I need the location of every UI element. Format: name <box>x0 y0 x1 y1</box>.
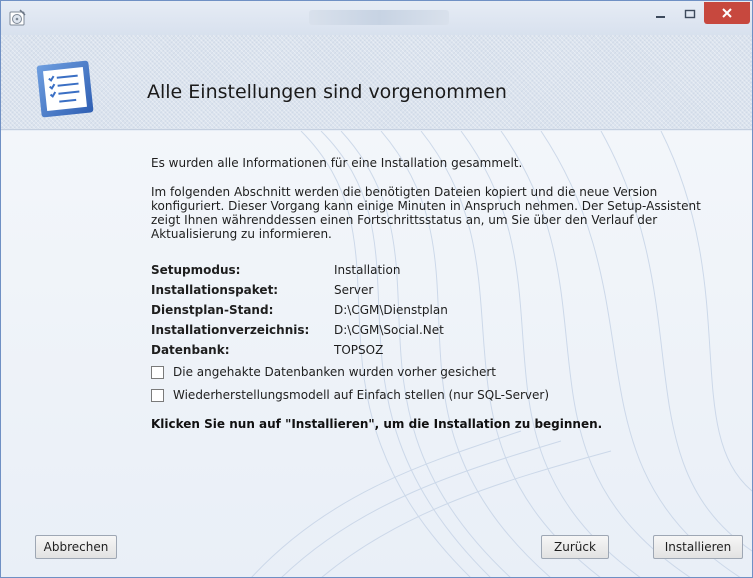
maximize-button[interactable] <box>677 2 703 24</box>
setup-wizard-window: Alle Einstellungen sind vorgenommen Es w… <box>0 0 753 578</box>
checklist-document-icon <box>35 57 97 119</box>
summary-value: TOPSOZ <box>334 343 384 357</box>
summary-value: Server <box>334 283 374 297</box>
summary-value: D:\CGM\Social.Net <box>334 323 444 337</box>
backup-confirm-checkbox[interactable] <box>151 365 164 379</box>
window-title <box>309 10 449 25</box>
minimize-button[interactable] <box>647 2 675 24</box>
title-bar[interactable] <box>1 1 752 35</box>
summary-row-setup-mode: Setupmodus: Installation <box>151 260 711 280</box>
recovery-model-option[interactable]: Wiederherstellungsmodell auf Einfach ste… <box>151 387 549 403</box>
minimize-icon <box>655 4 667 23</box>
close-icon <box>721 4 733 23</box>
close-button[interactable] <box>704 2 750 24</box>
summary-label: Dienstplan-Stand: <box>151 303 274 317</box>
instruction-text: Klicken Sie nun auf "Installieren", um d… <box>151 417 603 431</box>
description-text: Im folgenden Abschnitt werden die benöti… <box>151 185 701 241</box>
summary-label: Installationverzeichnis: <box>151 323 310 337</box>
summary-row-dienstplan: Dienstplan-Stand: D:\CGM\Dienstplan <box>151 300 711 320</box>
summary-label: Datenbank: <box>151 343 230 357</box>
settings-summary: Setupmodus: Installation Installationspa… <box>151 260 711 360</box>
summary-row-package: Installationspaket: Server <box>151 280 711 300</box>
page-title: Alle Einstellungen sind vorgenommen <box>147 81 507 103</box>
install-button[interactable]: Installieren <box>653 535 743 559</box>
backup-confirm-option[interactable]: Die angehakte Datenbanken wurden vorher … <box>151 364 496 380</box>
recovery-model-label[interactable]: Wiederherstellungsmodell auf Einfach ste… <box>173 388 549 402</box>
back-button[interactable]: Zurück <box>541 535 609 559</box>
maximize-icon <box>684 4 696 23</box>
wizard-header: Alle Einstellungen sind vorgenommen <box>1 35 752 130</box>
setup-disc-icon <box>9 9 27 27</box>
backup-confirm-label[interactable]: Die angehakte Datenbanken wurden vorher … <box>173 365 496 379</box>
summary-label: Installationspaket: <box>151 283 279 297</box>
summary-value: Installation <box>334 263 401 277</box>
summary-label: Setupmodus: <box>151 263 241 277</box>
summary-row-install-dir: Installationverzeichnis: D:\CGM\Social.N… <box>151 320 711 340</box>
summary-row-database: Datenbank: TOPSOZ <box>151 340 711 360</box>
intro-text: Es wurden alle Informationen für eine In… <box>151 156 523 170</box>
summary-value: D:\CGM\Dienstplan <box>334 303 448 317</box>
wizard-content: Es wurden alle Informationen für eine In… <box>1 131 752 577</box>
recovery-model-checkbox[interactable] <box>151 388 164 402</box>
cancel-button[interactable]: Abbrechen <box>35 535 117 559</box>
